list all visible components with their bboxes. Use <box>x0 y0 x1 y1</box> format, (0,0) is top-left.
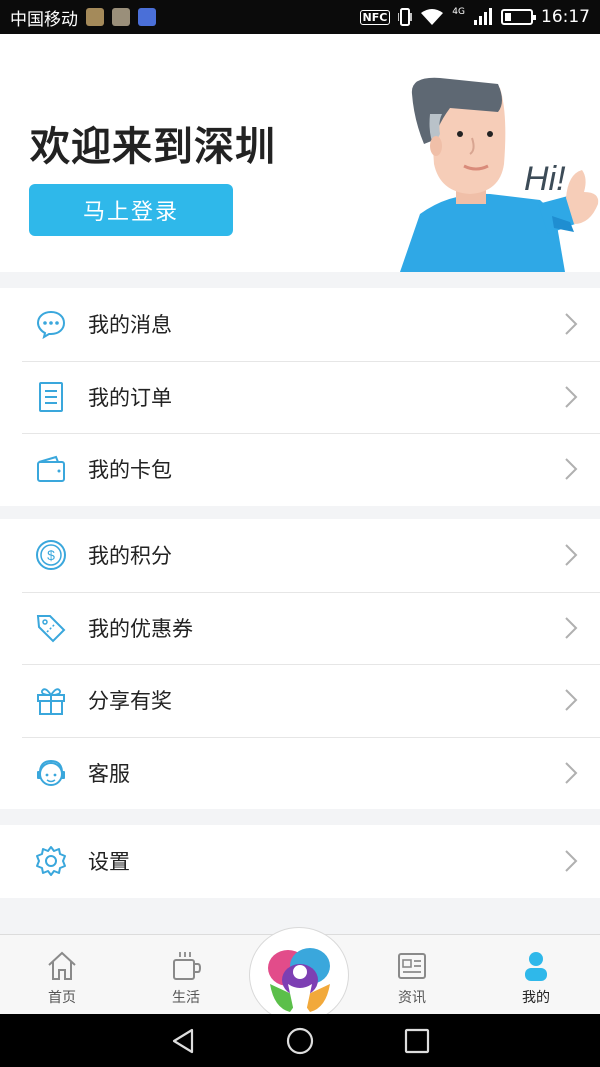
vibrate-icon <box>398 8 413 26</box>
user-icon <box>525 952 547 981</box>
menu-item-label: 我的卡包 <box>88 458 172 483</box>
chevron-right-icon <box>565 762 578 784</box>
gift-icon <box>34 683 68 717</box>
welcome-title: 欢迎来到深圳 <box>30 124 276 170</box>
menu-item-label: 设置 <box>88 850 130 875</box>
gear-icon <box>34 844 68 878</box>
chevron-right-icon <box>565 313 578 335</box>
coin-icon: $ <box>34 538 68 572</box>
tab-label: 我的 <box>522 990 550 1006</box>
menu-item-label: 我的积分 <box>88 544 172 569</box>
app-notification-icon <box>86 8 104 26</box>
app-logo-icon <box>268 948 330 1012</box>
news-icon <box>398 953 426 979</box>
menu-item-orders[interactable]: 我的订单 <box>0 360 600 434</box>
menu-item-share-rewards[interactable]: 分享有奖 <box>0 664 600 737</box>
menu-item-label: 我的优惠券 <box>88 616 193 641</box>
menu-item-points[interactable]: $ 我的积分 <box>0 519 600 592</box>
network-type: 4G <box>452 6 465 17</box>
chevron-right-icon <box>565 544 578 566</box>
chevron-right-icon <box>565 458 578 480</box>
menu-group-settings: 设置 <box>0 825 600 898</box>
baidu-notification-icon <box>138 8 156 26</box>
menu-item-label: 我的消息 <box>88 313 172 338</box>
menu-item-label: 我的订单 <box>88 385 172 410</box>
hi-speech-text: Hi! <box>524 160 566 198</box>
menu-item-customer-service[interactable]: 客服 <box>0 736 600 810</box>
welcome-banner: 欢迎来到深圳 马上登录 Hi! <box>0 34 600 272</box>
signal-icon <box>474 8 492 25</box>
mascot-illustration: Hi! <box>400 77 599 272</box>
menu-item-messages[interactable]: 我的消息 <box>0 288 600 361</box>
login-button[interactable]: 马上登录 <box>29 184 233 236</box>
menu-group-benefits: $ 我的积分 我的优惠券 分享有奖 客服 <box>0 519 600 809</box>
status-bar: 中国移动 NFC 4G 16:17 <box>0 0 600 34</box>
recent-apps-icon[interactable] <box>402 1026 432 1056</box>
tab-home[interactable]: 首页 <box>12 935 112 1015</box>
chevron-right-icon <box>565 617 578 639</box>
tab-life[interactable]: 生活 <box>136 935 236 1015</box>
menu-item-settings[interactable]: 设置 <box>0 825 600 898</box>
nfc-icon: NFC <box>359 9 391 25</box>
home-icon <box>48 951 76 980</box>
chevron-right-icon <box>565 850 578 872</box>
menu-item-label: 客服 <box>88 761 130 786</box>
menu-item-label: 分享有奖 <box>88 689 172 714</box>
tab-mine[interactable]: 我的 <box>486 935 586 1015</box>
system-navigation-bar <box>0 1014 600 1067</box>
order-icon <box>34 380 68 414</box>
home-circle-icon[interactable] <box>285 1026 315 1056</box>
battery-icon <box>501 9 536 25</box>
menu-group-account: 我的消息 我的订单 我的卡包 <box>0 288 600 506</box>
wifi-icon <box>421 9 444 25</box>
menu-item-card-wallet[interactable]: 我的卡包 <box>0 433 600 506</box>
svg-text:$: $ <box>47 547 55 563</box>
chevron-right-icon <box>565 386 578 408</box>
menu-item-coupons[interactable]: 我的优惠券 <box>0 591 600 665</box>
clock: 16:17 <box>541 7 590 27</box>
tab-label: 资讯 <box>398 990 426 1006</box>
message-icon <box>34 307 68 341</box>
gallery-notification-icon <box>112 8 130 26</box>
tab-app-logo[interactable] <box>249 927 349 1023</box>
bottom-tab-bar: 首页 生活 资讯 我的 <box>0 927 600 1023</box>
tab-label: 首页 <box>48 990 76 1006</box>
carrier-label: 中国移动 <box>10 9 78 30</box>
back-icon[interactable] <box>168 1026 198 1056</box>
tab-label: 生活 <box>172 990 200 1006</box>
chevron-right-icon <box>565 689 578 711</box>
wallet-icon <box>34 452 68 486</box>
tab-news[interactable]: 资讯 <box>362 935 462 1015</box>
coupon-icon <box>34 611 68 645</box>
customer-service-icon <box>34 756 68 790</box>
coffee-cup-icon <box>173 952 202 980</box>
